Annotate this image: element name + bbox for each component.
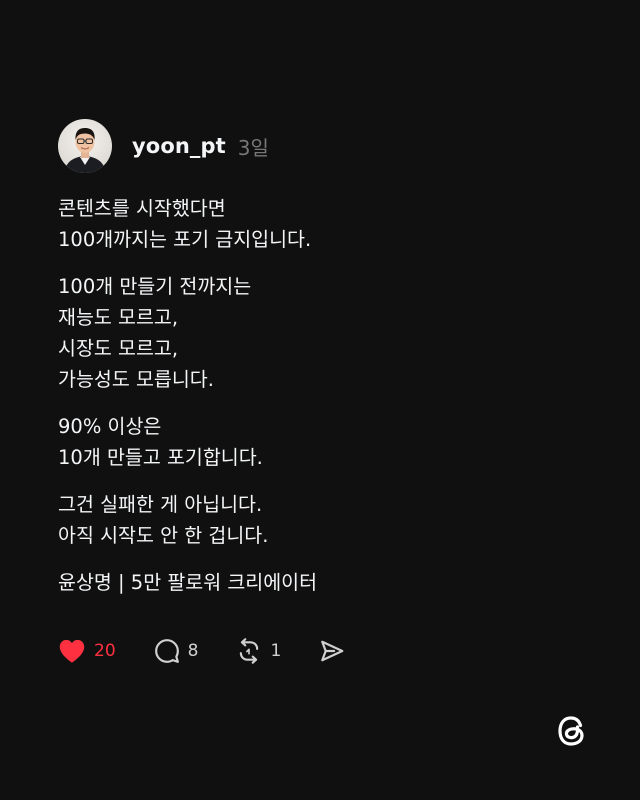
post: yoon_pt 3일 콘텐츠를 시작했다면 100개까지는 포기 금지입니다. … [58,118,598,598]
post-header: yoon_pt 3일 [58,118,598,174]
text-line: 그건 실패한 게 아닙니다. [58,493,263,516]
text-line: 100개 만들기 전까지는 [58,275,252,298]
text-line: 시장도 모르고, [58,337,179,360]
text-line: 90% 이상은 [58,415,162,438]
repost-button[interactable]: 1 [236,638,281,664]
text-line: 100개까지는 포기 금지입니다. [58,228,312,251]
reply-count: 8 [187,641,199,661]
threads-logo-icon [552,711,592,751]
heart-icon [58,638,86,664]
text-line: 10개 만들고 포기합니다. [58,446,263,469]
text-line: 아직 시작도 안 한 겁니다. [58,524,269,547]
post-actions: 20 8 1 [58,634,383,668]
text-line: 콘텐츠를 시작했다면 [58,197,226,220]
send-icon [319,638,345,664]
paragraph: 90% 이상은 10개 만들고 포기합니다. [58,411,598,473]
speech-bubble-icon [154,638,180,664]
signature-line: 윤상명 | 5만 팔로워 크리에이터 [58,571,318,594]
like-button[interactable]: 20 [58,638,116,664]
paragraph: 그건 실패한 게 아닙니다. 아직 시작도 안 한 겁니다. [58,489,598,551]
post-body: 콘텐츠를 시작했다면 100개까지는 포기 금지입니다. 100개 만들기 전까… [58,193,598,598]
avatar[interactable] [58,119,112,173]
text-line: 가능성도 모릅니다. [58,368,214,391]
repost-icon [236,638,262,664]
paragraph: 콘텐츠를 시작했다면 100개까지는 포기 금지입니다. [58,193,598,255]
reply-button[interactable]: 8 [154,638,199,664]
post-time: 3일 [237,135,269,160]
share-button[interactable] [319,638,345,664]
paragraph: 100개 만들기 전까지는 재능도 모르고, 시장도 모르고, 가능성도 모릅니… [58,271,598,395]
text-line: 재능도 모르고, [58,306,179,329]
like-count: 20 [94,641,116,661]
username[interactable]: yoon_pt [132,134,226,158]
repost-count: 1 [270,641,282,661]
